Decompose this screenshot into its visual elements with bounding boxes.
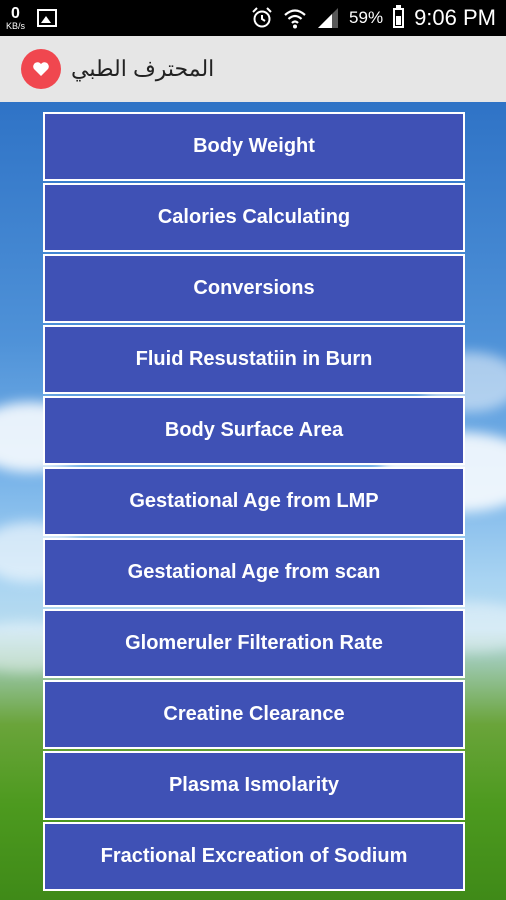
gallery-icon bbox=[37, 9, 58, 27]
app-bar: المحترف الطبي bbox=[0, 36, 506, 102]
menu-item-fractional-excretion-sodium[interactable]: Fractional Excreation of Sodium bbox=[43, 822, 465, 891]
menu-item-glomerular-filtration-rate[interactable]: Glomeruler Filteration Rate bbox=[43, 609, 465, 678]
network-speed-value: 0 bbox=[11, 4, 20, 22]
menu-item-conversions[interactable]: Conversions bbox=[43, 254, 465, 323]
alarm-icon bbox=[252, 7, 272, 28]
menu-item-plasma-osmolarity[interactable]: Plasma Ismolarity bbox=[43, 751, 465, 820]
clock-time: 9:06 PM bbox=[414, 5, 496, 30]
heart-icon bbox=[33, 62, 49, 76]
wifi-icon bbox=[284, 9, 306, 29]
menu-item-gestational-age-lmp[interactable]: Gestational Age from LMP bbox=[43, 467, 465, 536]
app-title: المحترف الطبي bbox=[71, 56, 215, 81]
network-speed-unit: KB/s bbox=[6, 20, 26, 31]
menu-item-gestational-age-scan[interactable]: Gestational Age from scan bbox=[43, 538, 465, 607]
menu-item-creatine-clearance[interactable]: Creatine Clearance bbox=[43, 680, 465, 749]
network-speed-indicator: 0 KB/s bbox=[6, 4, 26, 31]
signal-icon bbox=[318, 8, 339, 28]
menu-item-calories-calculating[interactable]: Calories Calculating bbox=[43, 183, 465, 252]
menu-item-fluid-resuscitation-burn[interactable]: Fluid Resustatiin in Burn bbox=[43, 325, 465, 394]
menu-item-body-weight[interactable]: Body Weight bbox=[43, 112, 465, 181]
battery-percent: 59% bbox=[349, 8, 384, 27]
calculator-menu: Body Weight Calories Calculating Convers… bbox=[43, 112, 465, 891]
status-bar: 0 KB/s 59% 9:06 PM bbox=[0, 0, 506, 36]
battery-icon bbox=[393, 5, 405, 28]
app-logo-button[interactable] bbox=[21, 49, 61, 89]
menu-item-body-surface-area[interactable]: Body Surface Area bbox=[43, 396, 465, 465]
